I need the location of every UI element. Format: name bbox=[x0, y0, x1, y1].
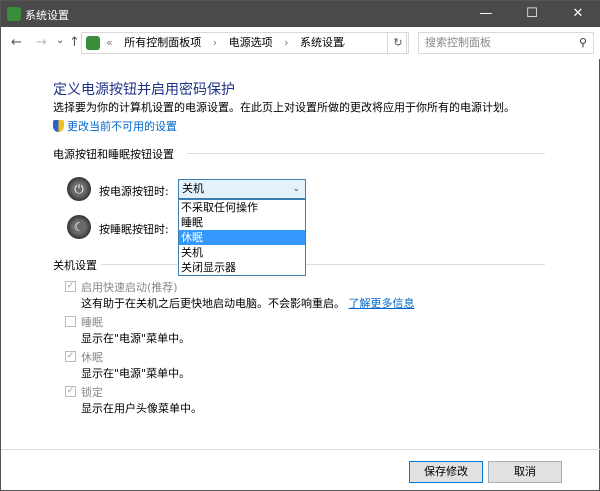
option-turn-off-display[interactable]: 关闭显示器 bbox=[179, 260, 305, 275]
forward-button[interactable]: → bbox=[36, 35, 47, 50]
save-button[interactable]: 保存修改 bbox=[409, 461, 483, 483]
change-settings-label: 更改当前不可用的设置 bbox=[67, 120, 177, 133]
sleep-button-label: 按睡眠按钮时: bbox=[99, 223, 169, 236]
option-sleep[interactable]: 睡眠 bbox=[179, 215, 305, 230]
power-button-icon: ⏻ bbox=[67, 177, 91, 201]
fast-startup-description: 这有助于在关机之后更快地启动电脑。不会影响重启。 了解更多信息 bbox=[81, 295, 415, 311]
power-button-options-list: 不采取任何操作 睡眠 休眠 关机 关闭显示器 bbox=[178, 199, 306, 276]
divider bbox=[187, 153, 545, 154]
breadcrumb-all-items[interactable]: 所有控制面板项 bbox=[124, 36, 201, 49]
shield-icon bbox=[53, 120, 64, 132]
up-button[interactable]: ↑ bbox=[69, 35, 80, 50]
power-button-select[interactable]: 关机 ⌄ bbox=[178, 179, 306, 199]
breadcrumb-overflow[interactable]: « bbox=[106, 36, 113, 49]
change-settings-link[interactable]: 更改当前不可用的设置 bbox=[53, 118, 177, 134]
close-button[interactable]: ✕ bbox=[555, 1, 600, 27]
address-bar[interactable]: « 所有控制面板项 › 电源选项 › 系统设置 ⌄ bbox=[81, 32, 407, 54]
shutdown-group-heading: 关机设置 bbox=[53, 259, 97, 272]
power-options-icon bbox=[7, 7, 21, 21]
search-placeholder: 搜索控制面板 bbox=[425, 36, 491, 49]
recent-locations-button[interactable]: ⌄ bbox=[56, 35, 64, 46]
fast-startup-desc-text: 这有助于在关机之后更快地启动电脑。不会影响重启。 bbox=[81, 297, 345, 310]
option-shutdown[interactable]: 关机 bbox=[179, 245, 305, 260]
footer-divider bbox=[1, 449, 600, 450]
hibernate-checkbox[interactable]: ✓ bbox=[65, 351, 76, 362]
search-icon[interactable]: ⚲ bbox=[579, 33, 587, 53]
navigation-bar: ← → ⌄ ↑ « 所有控制面板项 › 电源选项 › 系统设置 ⌄ ↻ 搜索控制… bbox=[1, 27, 600, 59]
back-button[interactable]: ← bbox=[11, 35, 22, 50]
breadcrumb-power-options[interactable]: 电源选项 bbox=[229, 36, 273, 49]
learn-more-link[interactable]: 了解更多信息 bbox=[349, 297, 415, 310]
option-hibernate[interactable]: 休眠 bbox=[179, 230, 305, 245]
window-title: 系统设置 bbox=[25, 9, 69, 22]
power-button-label: 按电源按钮时: bbox=[99, 185, 169, 198]
fast-startup-label: 启用快速启动(推荐) bbox=[81, 281, 178, 294]
lock-checkbox[interactable]: ✓ bbox=[65, 386, 76, 397]
sleep-checkbox[interactable] bbox=[65, 316, 76, 327]
sleep-button-icon: ☾ bbox=[67, 215, 91, 239]
maximize-button[interactable]: ☐ bbox=[509, 1, 555, 27]
title-bar: 系统设置 — ☐ ✕ bbox=[1, 1, 600, 27]
option-do-nothing[interactable]: 不采取任何操作 bbox=[179, 200, 305, 215]
control-panel-icon bbox=[86, 36, 100, 50]
refresh-button[interactable]: ↻ bbox=[387, 32, 409, 54]
hibernate-description: 显示在"电源"菜单中。 bbox=[81, 367, 191, 380]
cancel-button[interactable]: 取消 bbox=[488, 461, 562, 483]
hibernate-label: 休眠 bbox=[81, 351, 103, 364]
chevron-down-icon: ⌄ bbox=[292, 184, 300, 194]
breadcrumb-separator[interactable]: › bbox=[284, 36, 288, 49]
address-dropdown-icon[interactable]: ⌄ bbox=[338, 33, 347, 53]
lock-description: 显示在用户头像菜单中。 bbox=[81, 402, 202, 415]
sleep-description: 显示在"电源"菜单中。 bbox=[81, 332, 191, 345]
page-description: 选择要为你的计算机设置的电源设置。在此页上对设置所做的更改将应用于你所有的电源计… bbox=[53, 101, 515, 114]
search-input[interactable]: 搜索控制面板 ⚲ bbox=[418, 32, 594, 54]
power-button-selected-value: 关机 bbox=[182, 182, 204, 195]
minimize-button[interactable]: — bbox=[463, 1, 509, 27]
sleep-label: 睡眠 bbox=[81, 316, 103, 329]
breadcrumb-separator[interactable]: › bbox=[213, 36, 217, 49]
page-title: 定义电源按钮并启用密码保护 bbox=[53, 82, 235, 98]
power-group-heading: 电源按钮和睡眠按钮设置 bbox=[53, 148, 174, 161]
lock-label: 锁定 bbox=[81, 386, 103, 399]
divider bbox=[101, 264, 545, 265]
fast-startup-checkbox[interactable]: ✓ bbox=[65, 281, 76, 292]
